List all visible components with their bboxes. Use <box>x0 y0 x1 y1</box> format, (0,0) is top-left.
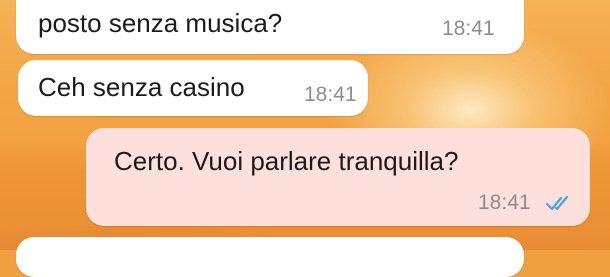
message-time: 18:41 <box>304 83 357 106</box>
message-time: 18:41 <box>442 17 495 40</box>
double-check-icon <box>546 195 569 211</box>
message-bubble-incoming[interactable] <box>16 237 524 277</box>
message-bubble-outgoing[interactable]: Certo. Vuoi parlare tranquilla? 18:41 <box>86 128 590 226</box>
message-bubble-incoming[interactable]: posto senza musica? 18:41 <box>16 0 524 54</box>
message-time: 18:41 <box>478 191 531 214</box>
message-text: Certo. Vuoi parlare tranquilla? <box>114 146 459 176</box>
message-bubble-incoming[interactable]: Ceh senza casino 18:41 <box>18 60 368 116</box>
message-text: Ceh senza casino <box>38 72 245 102</box>
message-text: posto senza musica? <box>38 8 283 38</box>
